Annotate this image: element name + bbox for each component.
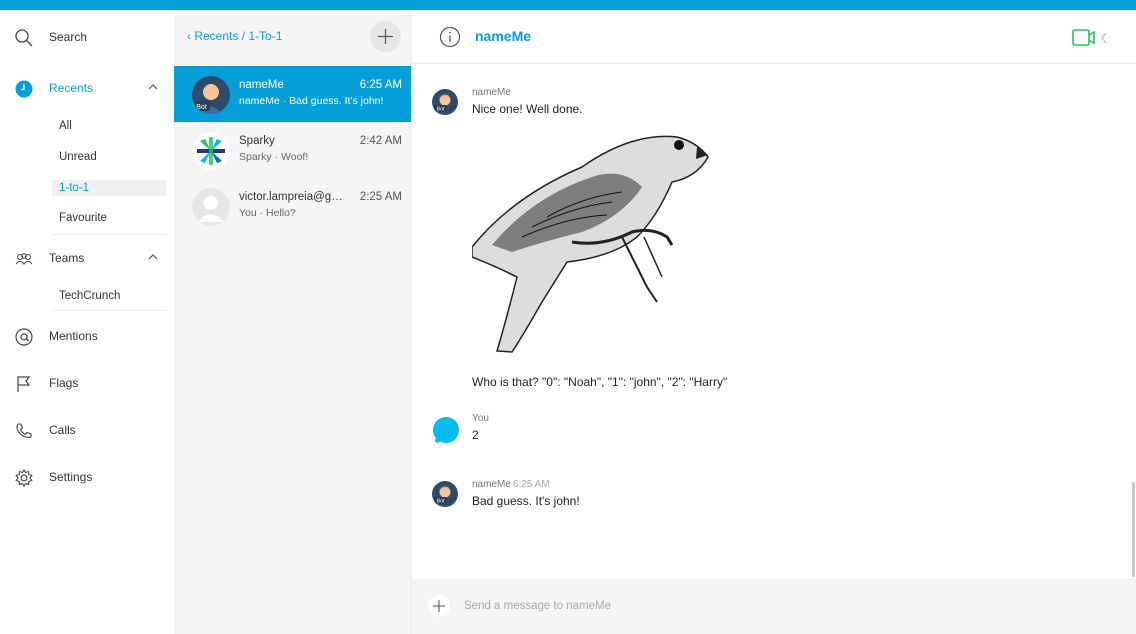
bot-avatar: Bot <box>192 76 230 114</box>
chat-panel: nameMe Bot nameMe Nice one! Well done. W… <box>411 10 1136 634</box>
conversation-name: nameMe <box>239 79 284 91</box>
nav-mentions[interactable]: Mentions <box>0 319 174 353</box>
recents-filter-one-to-one[interactable]: 1-to-1 <box>52 180 166 196</box>
recents-filter-favourite[interactable]: Favourite <box>52 210 166 226</box>
nav-search-label: Search <box>49 30 88 44</box>
default-user-avatar <box>192 188 230 226</box>
flag-icon <box>17 376 31 392</box>
recents-filter-unread[interactable]: Unread <box>52 149 166 165</box>
nav-flags[interactable]: Flags <box>0 366 174 400</box>
conversation-list-header: ‹ Recents / 1-To-1 <box>174 10 411 64</box>
divider <box>52 234 166 235</box>
image-caption: Who is that? "0": "Noah", "1": "john", "… <box>472 375 728 389</box>
conversation-preview: nameMe · Bad guess. It's john! <box>239 95 384 107</box>
bot-badge: Bot <box>437 107 445 113</box>
message-sender: nameMe 6:25 AM <box>472 479 550 490</box>
breadcrumb[interactable]: ‹ Recents / 1-To-1 <box>187 29 282 43</box>
sparky-avatar <box>192 132 230 170</box>
message-text: Nice one! Well done. <box>472 102 583 116</box>
bird-image[interactable] <box>472 127 710 353</box>
video-call-icon[interactable] <box>1072 27 1112 49</box>
message-sender: nameMe <box>472 87 511 98</box>
conversation-name: Sparky <box>239 135 275 147</box>
nav-settings[interactable]: Settings <box>0 460 174 494</box>
bot-avatar: Bot <box>432 89 458 115</box>
conversation-preview: You · Hello? <box>239 207 296 219</box>
nav-calls[interactable]: Calls <box>0 413 174 447</box>
search-icon <box>15 29 33 47</box>
message-sender: You <box>472 413 489 424</box>
chevron-up-icon[interactable] <box>147 251 159 263</box>
conversation-time: 2:25 AM <box>359 191 402 203</box>
conversation-item[interactable]: victor.lampreia@gm... 2:25 AM You · Hell… <box>174 178 411 234</box>
nav-recents-label: Recents <box>49 81 94 95</box>
conversation-item[interactable]: Bot nameMe 6:25 AM nameMe · Bad guess. I… <box>174 66 411 122</box>
nav-teams[interactable]: Teams <box>0 241 174 275</box>
clock-icon <box>15 80 33 98</box>
nav-flags-label: Flags <box>49 376 79 390</box>
at-sign-icon <box>15 328 33 346</box>
nav-mentions-label: Mentions <box>49 329 98 343</box>
plus-icon <box>433 600 445 612</box>
bot-badge: Bot <box>196 104 207 111</box>
nav-search[interactable]: Search <box>0 20 174 54</box>
nav-teams-label: Teams <box>49 251 85 265</box>
message-input[interactable] <box>464 595 1064 617</box>
conversation-item[interactable]: Sparky 2:42 AM Sparky · Woof! <box>174 122 411 178</box>
chat-scrollbar[interactable] <box>1132 482 1135 577</box>
chat-header: nameMe <box>412 10 1136 64</box>
user-avatar <box>431 416 461 446</box>
attach-button[interactable] <box>428 595 450 617</box>
info-icon[interactable] <box>439 26 461 48</box>
nav-recents[interactable]: Recents <box>0 71 174 105</box>
chevron-up-icon[interactable] <box>147 81 159 93</box>
breadcrumb-text: Recents / 1-To-1 <box>194 29 283 43</box>
plus-icon <box>378 29 393 44</box>
message-time: 6:25 AM <box>512 479 550 490</box>
gear-icon <box>15 468 33 488</box>
teams-icon <box>15 253 33 265</box>
phone-icon <box>16 423 32 438</box>
bot-badge: Bot <box>437 499 445 505</box>
new-conversation-button[interactable] <box>370 21 401 52</box>
conversation-time: 6:25 AM <box>359 79 402 91</box>
nav-settings-label: Settings <box>49 470 93 484</box>
message-composer <box>412 579 1136 634</box>
message-text: 2 <box>472 428 479 442</box>
top-accent-bar <box>0 0 1136 10</box>
chat-title: nameMe <box>475 28 532 44</box>
nav-calls-label: Calls <box>49 423 76 437</box>
left-navigation: Search Recents All Unread 1-to-1 Favouri… <box>0 10 174 634</box>
team-item-techcrunch[interactable]: TechCrunch <box>52 288 166 304</box>
conversation-preview: Sparky · Woof! <box>239 151 309 163</box>
conversation-list: ‹ Recents / 1-To-1 Bot nameMe 6:25 AM na… <box>174 10 411 634</box>
conversation-name: victor.lampreia@gm... <box>239 191 349 203</box>
message-text: Bad guess. It's john! <box>472 494 580 508</box>
recents-filter-all[interactable]: All <box>52 118 166 134</box>
divider <box>52 310 166 311</box>
conversation-time: 2:42 AM <box>359 135 402 147</box>
bot-avatar: Bot <box>432 481 458 507</box>
message-sender-name: nameMe <box>472 479 511 490</box>
